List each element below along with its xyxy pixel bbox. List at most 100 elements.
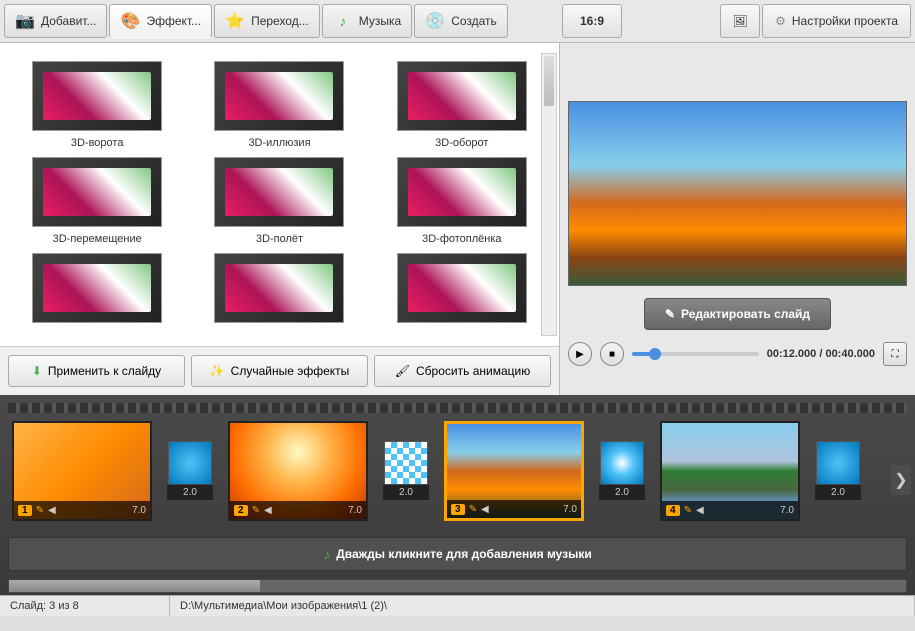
timeline-slide[interactable]: 4 ✎ ◀ 7.0 xyxy=(660,421,800,521)
pencil-icon[interactable]: ✎ xyxy=(36,505,44,516)
status-slide-info: Слайд: 3 из 8 xyxy=(0,596,170,616)
timeline: 1 ✎ ◀ 7.0 2.0 2 ✎ ◀ 7.0 2.0 3 ✎ ◀ 7.0 xyxy=(0,395,915,595)
effect-item[interactable]: 3D-оборот xyxy=(375,61,549,149)
effect-thumb xyxy=(397,253,527,323)
effect-thumb xyxy=(214,157,344,227)
timeline-next-button[interactable]: ❯ xyxy=(891,465,911,495)
music-prompt-label: Дважды кликните для добавления музыки xyxy=(336,547,592,561)
disc-icon: 💿 xyxy=(425,11,445,31)
tab-add[interactable]: 📷 Добавит... xyxy=(4,4,107,38)
background-button[interactable]: 🖼 xyxy=(720,4,760,38)
pencil-icon[interactable]: ✎ xyxy=(469,504,477,515)
effect-item[interactable]: 3D-полёт xyxy=(192,157,366,245)
pencil-icon[interactable]: ✎ xyxy=(252,505,260,516)
slide-thumb: 4 ✎ ◀ 7.0 xyxy=(660,421,800,521)
brush-icon: 🖌 xyxy=(395,364,410,378)
effect-label: 3D-оборот xyxy=(375,137,549,149)
add-music-bar[interactable]: ♪ Дважды кликните для добавления музыки xyxy=(8,537,907,571)
fullscreen-button[interactable]: ⛶ xyxy=(883,342,907,366)
effect-thumb xyxy=(32,61,162,131)
effect-label: 3D-иллюзия xyxy=(192,137,366,149)
note-icon: ♪ xyxy=(333,11,353,31)
button-label: Редактировать слайд xyxy=(681,307,810,321)
tab-create[interactable]: 💿 Создать xyxy=(414,4,508,38)
sound-icon[interactable]: ◀ xyxy=(264,505,272,516)
random-effects-button[interactable]: ✨ Случайные эффекты xyxy=(191,355,368,387)
top-toolbar: 📷 Добавит... 🎨 Эффект... ⭐ Переход... ♪ … xyxy=(0,0,915,43)
effect-thumb xyxy=(32,157,162,227)
status-path: D:\Мультимедиа\Мои изображения\1 (2)\ xyxy=(170,596,915,616)
effect-item[interactable]: 3D-фотоплёнка xyxy=(375,157,549,245)
timeline-transition[interactable]: 2.0 xyxy=(598,441,646,501)
status-bar: Слайд: 3 из 8 D:\Мультимедиа\Мои изображ… xyxy=(0,595,915,616)
transition-duration: 2.0 xyxy=(814,484,862,501)
reset-animation-button[interactable]: 🖌 Сбросить анимацию xyxy=(374,355,551,387)
pencil-icon[interactable]: ✎ xyxy=(684,505,692,516)
timeline-slide[interactable]: 3 ✎ ◀ 7.0 xyxy=(444,421,584,521)
play-button[interactable]: ▶ xyxy=(568,342,592,366)
tab-music[interactable]: ♪ Музыка xyxy=(322,4,412,38)
palette-icon: 🎨 xyxy=(120,11,140,31)
slide-thumb: 2 ✎ ◀ 7.0 xyxy=(228,421,368,521)
timeline-transition[interactable]: 2.0 xyxy=(814,441,862,501)
slide-duration: 7.0 xyxy=(780,505,794,516)
tab-transitions[interactable]: ⭐ Переход... xyxy=(214,4,320,38)
transition-duration: 2.0 xyxy=(382,484,430,501)
stop-button[interactable]: ■ xyxy=(600,342,624,366)
star-icon: ⭐ xyxy=(225,11,245,31)
pencil-icon: ✎ xyxy=(665,307,675,321)
slide-footer: 1 ✎ ◀ 7.0 xyxy=(14,501,150,519)
gear-icon: ⚙ xyxy=(775,14,786,28)
effects-actions: ⬇ Применить к слайду ✨ Случайные эффекты… xyxy=(0,346,559,395)
playback-slider[interactable] xyxy=(632,352,759,356)
apply-to-slide-button[interactable]: ⬇ Применить к слайду xyxy=(8,355,185,387)
sound-icon[interactable]: ◀ xyxy=(696,505,704,516)
sound-icon[interactable]: ◀ xyxy=(48,505,56,516)
effect-thumb xyxy=(214,253,344,323)
effect-item[interactable]: 3D-иллюзия xyxy=(192,61,366,149)
slides-row: 1 ✎ ◀ 7.0 2.0 2 ✎ ◀ 7.0 2.0 3 ✎ ◀ 7.0 xyxy=(8,417,907,525)
slide-number: 3 xyxy=(451,504,465,515)
timeline-transition[interactable]: 2.0 xyxy=(166,441,214,501)
playback-time: 00:12.000 / 00:40.000 xyxy=(767,348,875,360)
timeline-scrollbar[interactable] xyxy=(8,579,907,593)
playback-controls: ▶ ■ 00:12.000 / 00:40.000 ⛶ xyxy=(568,338,907,370)
camera-icon: 📷 xyxy=(15,11,35,31)
effect-item[interactable] xyxy=(10,253,184,329)
effect-item[interactable] xyxy=(375,253,549,329)
effect-label: 3D-фотоплёнка xyxy=(375,233,549,245)
sound-icon[interactable]: ◀ xyxy=(481,504,489,515)
main-area: 3D-ворота 3D-иллюзия 3D-оборот 3D-переме… xyxy=(0,43,915,395)
effect-item[interactable] xyxy=(192,253,366,329)
note-icon: ♪ xyxy=(323,546,330,562)
tab-label: Музыка xyxy=(359,14,401,28)
effects-panel: 3D-ворота 3D-иллюзия 3D-оборот 3D-переме… xyxy=(0,43,560,395)
transition-duration: 2.0 xyxy=(166,484,214,501)
preview-image xyxy=(568,101,907,286)
film-strip-decoration xyxy=(8,403,907,413)
slide-duration: 7.0 xyxy=(348,505,362,516)
effect-thumb xyxy=(32,253,162,323)
edit-slide-button[interactable]: ✎ Редактировать слайд xyxy=(644,298,831,330)
slide-duration: 7.0 xyxy=(563,504,577,515)
timeline-slide[interactable]: 1 ✎ ◀ 7.0 xyxy=(12,421,152,521)
effect-thumb xyxy=(397,61,527,131)
button-label: Применить к слайду xyxy=(48,364,161,378)
project-settings-button[interactable]: ⚙ Настройки проекта xyxy=(762,4,911,38)
slide-thumb: 1 ✎ ◀ 7.0 xyxy=(12,421,152,521)
slide-footer: 4 ✎ ◀ 7.0 xyxy=(662,501,798,519)
timeline-transition[interactable]: 2.0 xyxy=(382,441,430,501)
transition-thumb xyxy=(600,441,644,485)
picture-icon: 🖼 xyxy=(733,14,748,28)
arrow-down-icon: ⬇ xyxy=(32,364,42,378)
effect-item[interactable]: 3D-ворота xyxy=(10,61,184,149)
effects-scrollbar[interactable] xyxy=(541,53,557,336)
preview-panel: ✎ Редактировать слайд ▶ ■ 00:12.000 / 00… xyxy=(560,43,915,395)
effect-item[interactable]: 3D-перемещение xyxy=(10,157,184,245)
timeline-slide[interactable]: 2 ✎ ◀ 7.0 xyxy=(228,421,368,521)
slide-footer: 3 ✎ ◀ 7.0 xyxy=(447,500,581,518)
tab-effects[interactable]: 🎨 Эффект... xyxy=(109,4,212,38)
button-label: Настройки проекта xyxy=(792,14,898,28)
effects-grid: 3D-ворота 3D-иллюзия 3D-оборот 3D-переме… xyxy=(0,43,559,346)
aspect-ratio-button[interactable]: 16:9 xyxy=(562,4,622,38)
